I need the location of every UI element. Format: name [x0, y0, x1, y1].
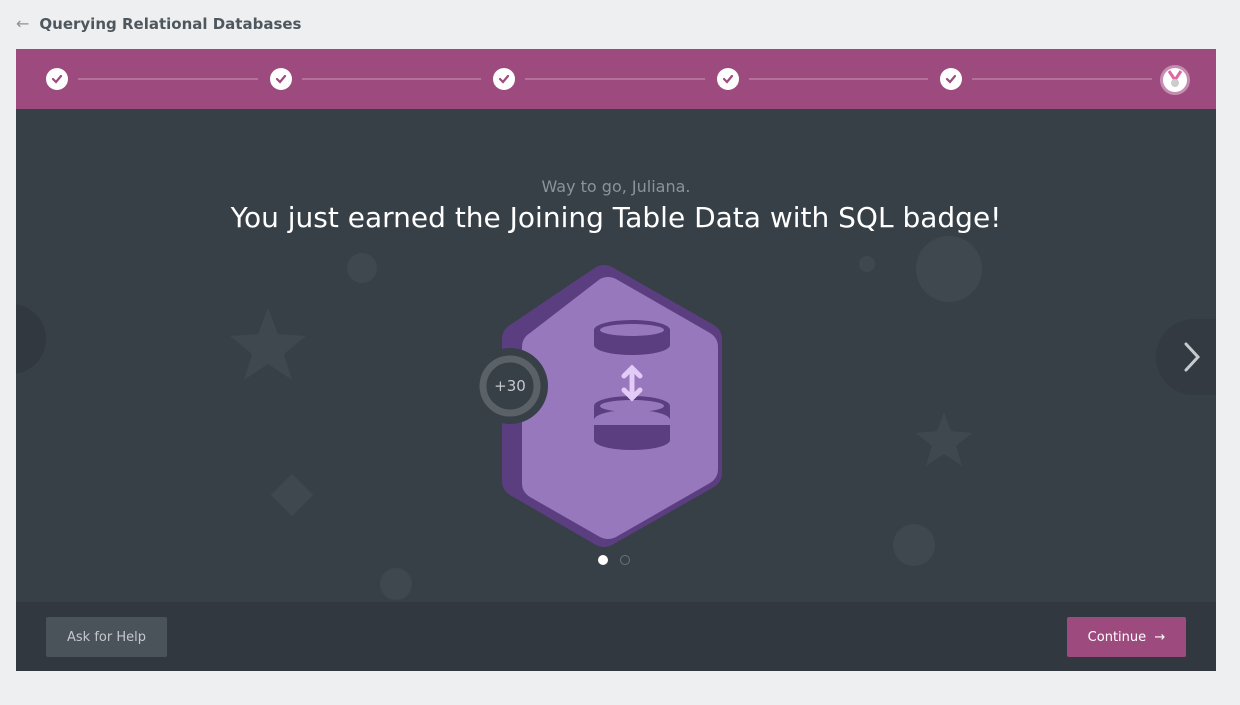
- decor-circle: [916, 236, 982, 302]
- decor-star: [916, 412, 972, 466]
- decor-star: [230, 308, 306, 380]
- check-icon: [499, 74, 510, 84]
- progress-step-complete[interactable]: [269, 68, 292, 90]
- check-icon: [51, 74, 63, 84]
- progress-step-complete[interactable]: [716, 68, 739, 90]
- carousel-dot-1[interactable]: [598, 555, 608, 565]
- progress-connector: [301, 78, 482, 80]
- decor-circle: [347, 253, 377, 283]
- carousel-dots: [598, 555, 630, 565]
- ask-for-help-button[interactable]: Ask for Help: [46, 617, 167, 657]
- continue-button[interactable]: Continue →: [1067, 617, 1186, 657]
- arrow-right-icon: →: [1150, 629, 1166, 645]
- carousel-dot-2[interactable]: [620, 555, 630, 565]
- progress-connector: [525, 78, 705, 80]
- badge: [472, 265, 722, 547]
- check-icon: [722, 74, 733, 84]
- decor-circle: [380, 568, 412, 600]
- progress-step-complete[interactable]: [46, 68, 68, 90]
- badge-card: Way to go, Juliana. You just earned the …: [16, 49, 1216, 671]
- progress-step-complete[interactable]: [493, 68, 516, 90]
- breadcrumb: ← Querying Relational Databases: [16, 14, 302, 33]
- celebration-panel: Way to go, Juliana. You just earned the …: [16, 109, 1216, 602]
- check-icon: [275, 74, 286, 84]
- greeting: Way to go, Juliana.: [541, 177, 691, 196]
- chevron-right-icon: [1184, 342, 1201, 372]
- progress-connector: [748, 78, 929, 80]
- points-badge: +30: [494, 377, 526, 395]
- next-slide-button[interactable]: [1156, 319, 1216, 395]
- progress-connector: [78, 78, 258, 80]
- continue-label: Continue: [1087, 629, 1147, 645]
- course-title: Querying Relational Databases: [39, 14, 302, 33]
- decor-circle: [859, 256, 875, 272]
- progress-step-complete[interactable]: [940, 68, 963, 90]
- prev-slide-button[interactable]: [16, 304, 46, 374]
- progress-bar: [16, 49, 1216, 109]
- arrow-left-icon[interactable]: ←: [16, 14, 29, 33]
- badge-medal-icon[interactable]: [1160, 65, 1190, 95]
- decor-diamond: [270, 473, 314, 517]
- progress-connector: [972, 78, 1152, 80]
- footer: Ask for Help Continue →: [16, 602, 1216, 671]
- headline: You just earned the Joining Table Data w…: [230, 201, 1002, 234]
- decor-circle: [893, 524, 935, 566]
- check-icon: [946, 74, 957, 84]
